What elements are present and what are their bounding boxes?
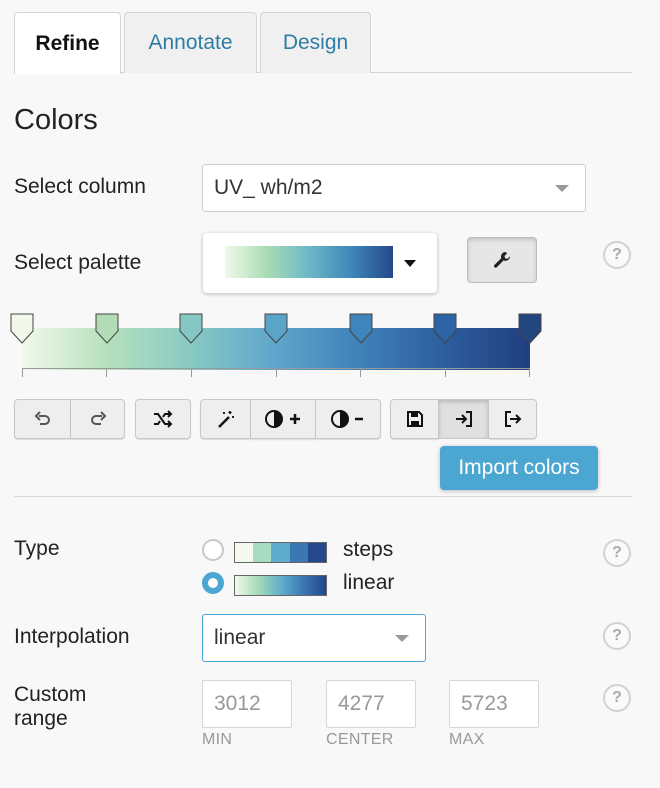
custom-range-label-line1: Custom <box>14 683 87 706</box>
type-linear-radio[interactable] <box>202 572 224 594</box>
color-adjust-button-group <box>200 399 381 439</box>
interpolation-value: linear <box>214 626 266 649</box>
undo-button[interactable] <box>14 399 71 439</box>
wrench-icon <box>494 252 511 268</box>
interpolation-label: Interpolation <box>14 625 130 648</box>
range-max-input[interactable]: 5723 <box>449 680 539 728</box>
type-label: Type <box>14 537 60 560</box>
custom-range-label: Custom range <box>14 683 86 731</box>
palette-settings-button[interactable] <box>467 237 537 283</box>
interpolation-dropdown[interactable]: linear <box>202 614 426 662</box>
contrast-decrease-button[interactable] <box>316 399 381 439</box>
custom-range-label-line2: range <box>14 707 68 730</box>
type-linear-label[interactable]: linear <box>343 571 394 595</box>
range-center-caption: CENTER <box>326 731 394 748</box>
export-colors-button[interactable] <box>489 399 537 439</box>
palette-dropdown[interactable] <box>203 233 437 293</box>
redo-button[interactable] <box>71 399 125 439</box>
range-min-input[interactable]: 3012 <box>202 680 292 728</box>
color-stop-handle[interactable] <box>433 313 457 344</box>
step-swatch-1 <box>235 543 254 562</box>
caret-down-icon <box>404 260 416 267</box>
palette-preview <box>225 246 393 278</box>
chevron-down-icon <box>555 185 569 192</box>
tab-design[interactable]: Design <box>260 12 371 73</box>
import-icon <box>455 411 472 427</box>
tab-bar: Refine Annotate Design <box>14 12 632 74</box>
save-icon <box>406 411 423 427</box>
contrast-increase-icon <box>265 410 300 428</box>
interpolation-help-icon[interactable]: ? <box>603 622 631 650</box>
select-column-dropdown[interactable]: UV_ wh/m2 <box>202 164 586 212</box>
select-palette-label: Select palette <box>14 251 142 274</box>
range-min-caption: MIN <box>202 731 233 748</box>
color-stop-handle[interactable] <box>179 313 203 344</box>
color-stop-handle[interactable] <box>349 313 373 344</box>
section-title-colors: Colors <box>14 104 98 136</box>
step-swatch-3 <box>271 543 290 562</box>
shuffle-icon <box>154 410 173 428</box>
history-button-group <box>14 399 125 439</box>
tab-annotate[interactable]: Annotate <box>124 12 257 73</box>
tab-refine[interactable]: Refine <box>14 12 121 74</box>
step-swatch-2 <box>253 543 272 562</box>
contrast-decrease-icon <box>331 410 363 428</box>
linear-swatch <box>234 575 327 596</box>
shuffle-button-group <box>135 399 191 439</box>
color-stop-handle[interactable] <box>10 313 34 344</box>
file-button-group <box>390 399 537 439</box>
select-column-label: Select column <box>14 175 146 198</box>
redo-icon <box>90 411 106 425</box>
color-stop-handle[interactable] <box>264 313 288 344</box>
type-help-icon[interactable]: ? <box>603 539 631 567</box>
range-max-caption: MAX <box>449 731 485 748</box>
step-swatch-4 <box>289 543 308 562</box>
select-column-value: UV_ wh/m2 <box>214 176 323 199</box>
step-swatch-5 <box>307 543 327 562</box>
import-colors-tooltip: Import colors <box>440 446 598 490</box>
type-steps-radio[interactable] <box>202 539 224 561</box>
section-divider <box>14 496 632 497</box>
chevron-down-icon <box>395 635 409 642</box>
auto-correct-button[interactable] <box>200 399 251 439</box>
save-palette-button[interactable] <box>390 399 439 439</box>
custom-range-help-icon[interactable]: ? <box>603 684 631 712</box>
range-center-input[interactable]: 4277 <box>326 680 416 728</box>
shuffle-button[interactable] <box>135 399 191 439</box>
magic-wand-icon <box>217 411 234 428</box>
color-stop-handle[interactable] <box>518 313 542 344</box>
undo-icon <box>34 411 50 425</box>
import-colors-button[interactable] <box>439 399 489 439</box>
type-steps-label[interactable]: steps <box>343 538 393 562</box>
gradient-ticks <box>22 368 530 377</box>
steps-swatch <box>234 542 327 563</box>
palette-help-icon[interactable]: ? <box>603 241 631 269</box>
color-stop-handle[interactable] <box>95 313 119 344</box>
export-icon <box>504 411 521 427</box>
contrast-increase-button[interactable] <box>251 399 316 439</box>
